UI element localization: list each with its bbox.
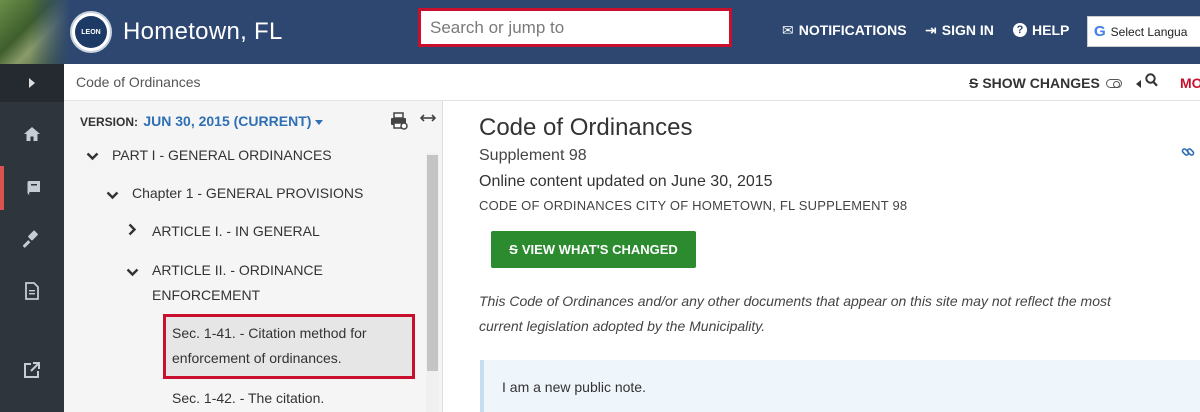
seal-text: LEON (75, 16, 107, 48)
header-photo (0, 0, 70, 64)
show-changes-label: SHOW CHANGES (982, 75, 1100, 91)
sign-in-icon: ⇥ (925, 22, 937, 38)
google-icon: G (1094, 23, 1106, 40)
external-link-icon (24, 362, 40, 378)
toc-item-sec-1-41[interactable]: Sec. 1-41. - Citation method for enforce… (163, 314, 415, 379)
page-title: Code of Ordinances (479, 114, 693, 141)
home-icon (24, 127, 40, 141)
help-link[interactable]: ? HELP (1013, 22, 1069, 38)
book-icon (27, 181, 40, 195)
public-note: I am a new public note. (480, 360, 1200, 412)
language-label: Select Langua (1110, 24, 1188, 39)
chevron-down-icon[interactable] (126, 265, 139, 280)
toc-item-sec-1-41-line2: enforcement of ordinances. (172, 350, 342, 366)
chevron-right-icon (29, 78, 35, 88)
gavel-icon (23, 230, 38, 248)
view-whats-changed-button[interactable]: S VIEW WHAT'S CHANGED (491, 231, 696, 268)
chevron-down-icon[interactable] (86, 149, 99, 164)
language-select[interactable]: G Select Langua (1087, 16, 1200, 47)
notifications-link[interactable]: ✉ NOTIFICATIONS (782, 22, 907, 38)
toc-item-sec-1-41-line1: Sec. 1-41. - Citation method for (172, 325, 367, 341)
toc-item-part-1[interactable]: PART I - GENERAL ORDINANCES (112, 143, 332, 168)
breadcrumb-bar: Code of Ordinances S SHOW CHANGES MO (64, 64, 1200, 101)
toc-panel: VERSION: JUN 30, 2015 (CURRENT) PART I -… (64, 101, 443, 412)
gavel-button[interactable] (0, 217, 64, 261)
site-title[interactable]: Hometown, FL (123, 18, 283, 46)
site-header: LEON Hometown, FL ✉ NOTIFICATIONS ⇥ SIGN… (0, 0, 1200, 64)
document-button[interactable] (0, 269, 64, 313)
strikethrough-icon: S (969, 75, 979, 91)
search-input[interactable] (421, 11, 729, 44)
print-icon[interactable] (390, 112, 408, 134)
rail-toggle-button[interactable] (0, 64, 64, 102)
help-label: HELP (1032, 22, 1070, 38)
chevron-right-icon[interactable] (128, 223, 137, 239)
document-icon (25, 282, 39, 300)
left-rail (0, 64, 64, 412)
more-menu[interactable]: MO (1180, 75, 1200, 91)
show-changes-toggle[interactable]: S SHOW CHANGES (969, 75, 1122, 91)
book-button[interactable] (0, 166, 64, 210)
supplement-label: Supplement 98 (479, 147, 587, 164)
envelope-icon: ✉ (782, 22, 794, 38)
version-selector[interactable]: VERSION: JUN 30, 2015 (CURRENT) (80, 113, 324, 129)
toc-item-article-2-line2: ENFORCEMENT (152, 287, 261, 303)
caret-down-icon (315, 120, 324, 126)
breadcrumb[interactable]: Code of Ordinances (76, 74, 201, 90)
help-icon: ? (1013, 23, 1027, 37)
toc-item-chapter-1[interactable]: Chapter 1 - GENERAL PROVISIONS (132, 181, 363, 206)
link-icon[interactable] (1181, 145, 1195, 163)
signin-link[interactable]: ⇥ SIGN IN (925, 22, 994, 38)
search-box[interactable] (418, 8, 732, 47)
chevron-down-icon[interactable] (106, 188, 119, 203)
toggle-switch-icon (1105, 78, 1122, 88)
notifications-label: NOTIFICATIONS (798, 22, 907, 38)
public-note-text: I am a new public note. (502, 379, 646, 395)
home-button[interactable] (0, 112, 64, 156)
main-content: Code of Ordinances Supplement 98 Online … (444, 101, 1200, 412)
toc-item-sec-1-42[interactable]: Sec. 1-42. - The citation. (172, 386, 324, 411)
disclaimer-line2: current legislation adopted by the Munic… (479, 318, 766, 334)
signin-label: SIGN IN (941, 22, 994, 38)
search-icon[interactable] (1145, 73, 1158, 91)
updated-text: Online content updated on June 30, 2015 (479, 173, 773, 190)
city-seal-logo[interactable]: LEON (70, 11, 112, 53)
toc-item-article-2-line1: ARTICLE II. - ORDINANCE (152, 262, 323, 278)
external-link-button[interactable] (0, 348, 64, 392)
version-label: VERSION: (80, 115, 139, 129)
toc-item-article-2[interactable]: ARTICLE II. - ORDINANCE ENFORCEMENT (152, 258, 323, 308)
version-value: JUN 30, 2015 (CURRENT) (143, 113, 312, 129)
expand-width-icon[interactable] (419, 110, 437, 127)
toc-item-article-1[interactable]: ARTICLE I. - IN GENERAL (152, 219, 320, 244)
disclaimer: This Code of Ordinances and/or any other… (479, 289, 1179, 339)
view-whats-changed-label: VIEW WHAT'S CHANGED (521, 242, 678, 257)
caret-left-icon[interactable] (1136, 80, 1141, 88)
toc-scrollbar-thumb[interactable] (427, 155, 438, 371)
strikethrough-icon: S (509, 242, 518, 257)
code-caption: CODE OF ORDINANCES CITY OF HOMETOWN, FL … (479, 198, 908, 213)
disclaimer-line1: This Code of Ordinances and/or any other… (479, 293, 1111, 309)
